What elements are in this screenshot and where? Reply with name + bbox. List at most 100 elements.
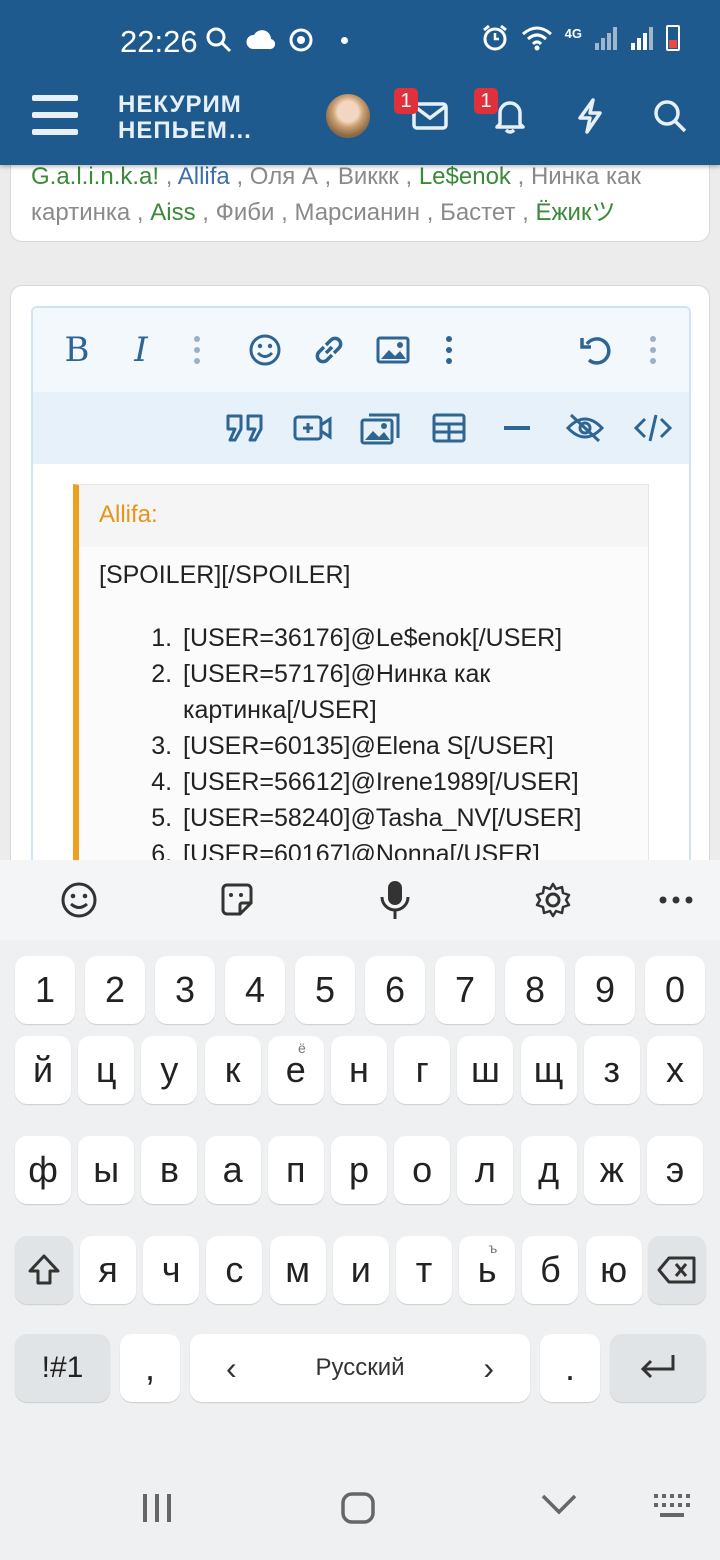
key[interactable]: ы — [78, 1136, 135, 1204]
key[interactable]: с — [206, 1236, 263, 1304]
keyboard-settings-key[interactable] — [531, 878, 575, 922]
user-link[interactable]: Марсианин — [294, 199, 420, 226]
key[interactable]: я — [80, 1236, 136, 1304]
key[interactable]: 0 — [645, 956, 705, 1024]
key[interactable]: л — [457, 1136, 514, 1204]
more-editor-options-button[interactable] — [631, 328, 675, 372]
sticker-key[interactable] — [215, 878, 259, 922]
key[interactable]: з — [583, 1036, 640, 1104]
space-key[interactable]: ‹ Русский › — [190, 1334, 530, 1402]
key[interactable]: ьъ — [459, 1236, 516, 1304]
voice-input-key[interactable] — [373, 878, 417, 922]
user-avatar[interactable] — [324, 92, 372, 140]
enter-key[interactable] — [610, 1334, 706, 1402]
key[interactable]: т — [396, 1236, 452, 1304]
key[interactable]: 2 — [85, 956, 145, 1024]
symbols-key[interactable]: !#1 — [15, 1334, 110, 1402]
key[interactable]: 5 — [295, 956, 355, 1024]
link-button[interactable] — [307, 328, 351, 372]
backspace-key[interactable] — [648, 1236, 706, 1304]
key[interactable]: а — [204, 1136, 261, 1204]
key[interactable]: ч — [143, 1236, 200, 1304]
more-key[interactable] — [654, 878, 698, 922]
user-link[interactable]: Оля А — [250, 163, 318, 190]
key[interactable]: г — [394, 1036, 451, 1104]
undo-button[interactable] — [575, 328, 619, 372]
spoiler-button[interactable] — [563, 406, 607, 450]
key[interactable]: 1 — [15, 956, 75, 1024]
user-link[interactable]: Aiss — [150, 199, 195, 226]
key[interactable]: б — [522, 1236, 579, 1304]
italic-button[interactable]: I — [119, 328, 163, 372]
shift-key[interactable] — [15, 1236, 73, 1304]
quote-icon — [226, 414, 263, 442]
alerts-button[interactable]: 1 — [474, 88, 534, 140]
key[interactable]: 4 — [225, 956, 285, 1024]
key[interactable]: х — [647, 1036, 703, 1104]
search-icon — [654, 100, 687, 133]
bold-button[interactable]: B — [55, 328, 99, 372]
key[interactable]: ш — [457, 1036, 514, 1104]
user-link[interactable]: Le$enok — [419, 163, 511, 190]
code-button[interactable] — [631, 406, 675, 450]
more-insert-options-button[interactable] — [427, 328, 471, 372]
key[interactable]: д — [520, 1136, 577, 1204]
hide-keyboard-button[interactable] — [540, 1492, 578, 1516]
search-button[interactable] — [646, 92, 694, 140]
key[interactable]: в — [141, 1136, 198, 1204]
key[interactable]: м — [269, 1236, 326, 1304]
key[interactable]: 6 — [365, 956, 425, 1024]
key[interactable]: у — [141, 1036, 198, 1104]
keyboard-switch-button[interactable] — [652, 1492, 692, 1520]
key[interactable]: й — [15, 1036, 71, 1104]
whats-new-button[interactable] — [566, 92, 614, 140]
user-link[interactable]: Фиби — [216, 199, 275, 226]
key[interactable]: 7 — [435, 956, 495, 1024]
comma-key[interactable]: , — [120, 1334, 180, 1402]
user-link[interactable]: Allifa — [178, 163, 230, 190]
separator: , — [317, 163, 338, 190]
emoji-key[interactable] — [57, 878, 101, 922]
more-vertical-icon — [650, 336, 656, 364]
key-label: ю — [600, 1249, 628, 1290]
period-key[interactable]: . — [540, 1334, 600, 1402]
user-link[interactable]: G.a.l.i.n.k.a! — [31, 163, 159, 190]
key[interactable]: 3 — [155, 956, 215, 1024]
lightning-icon — [578, 98, 602, 134]
key[interactable]: щ — [520, 1036, 577, 1104]
horizontal-rule-button[interactable] — [495, 406, 539, 450]
key[interactable]: н — [331, 1036, 387, 1104]
messages-button[interactable]: 1 — [394, 88, 454, 140]
menu-button[interactable] — [32, 95, 78, 135]
gallery-button[interactable] — [359, 406, 403, 450]
key[interactable]: э — [647, 1136, 703, 1204]
quote-block[interactable]: Allifa: [SPOILER][/SPOILER] [USER=36176]… — [73, 484, 649, 904]
key[interactable]: 9 — [575, 956, 635, 1024]
user-link[interactable]: Виккк — [338, 163, 399, 190]
emoji-button[interactable] — [243, 328, 287, 372]
key[interactable]: п — [267, 1136, 324, 1204]
key[interactable]: 8 — [505, 956, 565, 1024]
key-label: 0 — [664, 969, 686, 1010]
key[interactable]: о — [394, 1136, 451, 1204]
key[interactable]: ц — [78, 1036, 135, 1104]
recent-apps-button[interactable] — [140, 1492, 174, 1524]
key[interactable]: её — [267, 1036, 324, 1104]
home-button[interactable] — [340, 1492, 376, 1524]
cloud-icon — [246, 30, 275, 50]
media-button[interactable] — [291, 406, 335, 450]
key[interactable]: к — [204, 1036, 261, 1104]
key[interactable]: и — [332, 1236, 389, 1304]
table-button[interactable] — [427, 406, 471, 450]
spoiler-text: [SPOILER][/SPOILER] — [99, 561, 351, 589]
key[interactable]: ф — [15, 1136, 71, 1204]
user-link[interactable]: Бастет — [440, 199, 515, 226]
user-link[interactable]: Ёжикツ — [535, 199, 615, 226]
site-logo[interactable]: НЕКУРИМ НЕПЬЕМ… — [118, 92, 253, 144]
image-button[interactable] — [371, 328, 415, 372]
more-text-options-button[interactable] — [175, 328, 219, 372]
quote-button[interactable] — [223, 406, 267, 450]
key[interactable]: р — [331, 1136, 387, 1204]
key[interactable]: ю — [585, 1236, 642, 1304]
key[interactable]: ж — [583, 1136, 640, 1204]
